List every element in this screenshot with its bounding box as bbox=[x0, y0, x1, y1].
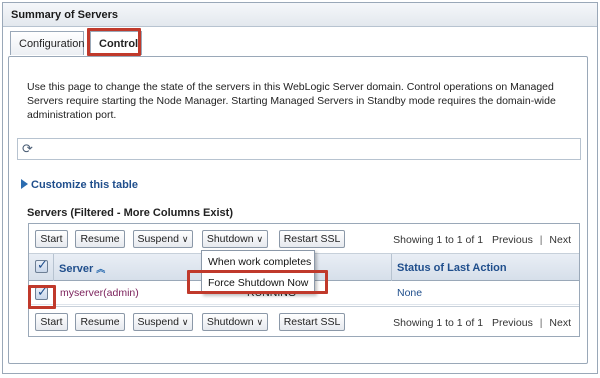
pager-next[interactable]: Next bbox=[549, 234, 571, 246]
tab-configuration[interactable]: Configuration bbox=[10, 31, 84, 55]
select-all-header: ✓ bbox=[29, 254, 54, 281]
suspend-label: Suspend bbox=[137, 316, 179, 328]
start-button[interactable]: Start bbox=[35, 230, 68, 248]
pager-previous[interactable]: Previous bbox=[492, 234, 533, 246]
chevron-down-icon: ∨ bbox=[181, 234, 189, 244]
tab-control[interactable]: Control bbox=[90, 31, 142, 55]
chevron-down-icon: ∨ bbox=[256, 234, 264, 244]
shutdown-label: Shutdown bbox=[206, 316, 254, 328]
shutdown-button[interactable]: Shutdown ∨ bbox=[202, 230, 268, 248]
restart-ssl-button[interactable]: Restart SSL bbox=[279, 313, 345, 331]
pager-separator: | bbox=[539, 317, 543, 329]
column-header-status[interactable]: Status of Last Action bbox=[392, 254, 579, 281]
pager-showing: Showing 1 to 1 of 1 bbox=[393, 234, 484, 246]
column-label-server: Server bbox=[59, 263, 94, 275]
shutdown-button[interactable]: Shutdown ∨ bbox=[202, 313, 268, 331]
menu-item-when-work-completes[interactable]: When work completes bbox=[202, 252, 314, 272]
last-action-status[interactable]: None bbox=[392, 281, 579, 305]
page-description: Use this page to change the state of the… bbox=[27, 81, 556, 121]
chevron-down-icon: ∨ bbox=[256, 317, 264, 327]
pager: Showing 1 to 1 of 1 Previous | Next bbox=[393, 234, 571, 246]
resume-button[interactable]: Resume bbox=[75, 313, 125, 331]
refresh-icon[interactable]: ⟳ bbox=[22, 142, 36, 156]
resume-button[interactable]: Resume bbox=[75, 230, 125, 248]
select-all-checkbox[interactable]: ✓ bbox=[35, 257, 48, 273]
table-title: Servers (Filtered - More Columns Exist) bbox=[27, 207, 233, 219]
checkmark-icon: ✓ bbox=[37, 284, 48, 299]
pager: Showing 1 to 1 of 1 Previous | Next bbox=[393, 317, 571, 329]
suspend-label: Suspend bbox=[137, 233, 179, 245]
pager-separator: | bbox=[539, 234, 543, 246]
chevron-down-icon: ∨ bbox=[181, 317, 189, 327]
suspend-button[interactable]: Suspend ∨ bbox=[133, 230, 193, 248]
shutdown-label: Shutdown bbox=[206, 233, 254, 245]
menu-item-force-shutdown-now[interactable]: Force Shutdown Now bbox=[202, 273, 314, 293]
suspend-button[interactable]: Suspend ∨ bbox=[133, 313, 193, 331]
table-toolbar-bottom: Start Resume Suspend ∨ Shutdown ∨ Restart … bbox=[29, 306, 579, 336]
refresh-bar: ⟳ bbox=[17, 138, 581, 160]
start-button[interactable]: Start bbox=[35, 313, 68, 331]
checkmark-icon: ✓ bbox=[37, 257, 48, 272]
row-select-cell: ✓ bbox=[29, 281, 54, 305]
row-checkbox[interactable]: ✓ bbox=[35, 284, 48, 300]
sort-ascending-icon[interactable]: ︽ bbox=[96, 264, 105, 274]
customize-table-link[interactable]: Customize this table bbox=[21, 179, 138, 191]
panel-title: Summary of Servers bbox=[3, 3, 597, 27]
shutdown-menu: When work completes Force Shutdown Now bbox=[201, 250, 315, 294]
restart-ssl-button[interactable]: Restart SSL bbox=[279, 230, 345, 248]
pager-showing: Showing 1 to 1 of 1 bbox=[393, 317, 484, 329]
customize-table-label: Customize this table bbox=[31, 179, 138, 191]
pager-previous[interactable]: Previous bbox=[492, 317, 533, 329]
expand-triangle-icon bbox=[21, 179, 28, 189]
pager-next[interactable]: Next bbox=[549, 317, 571, 329]
